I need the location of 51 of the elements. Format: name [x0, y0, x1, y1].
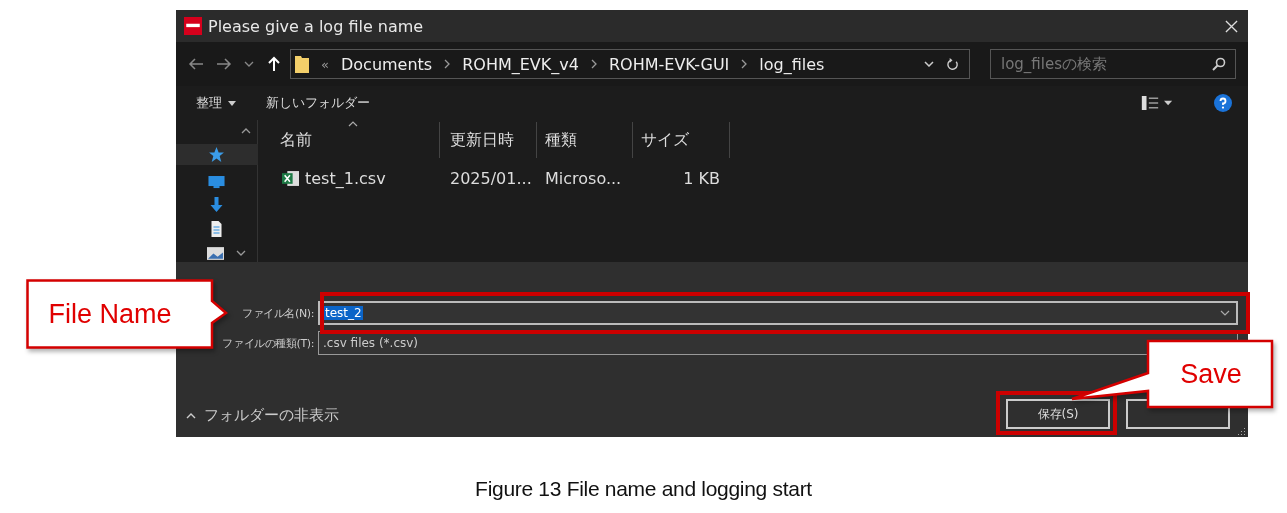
forward-arrow-icon[interactable]: [216, 56, 232, 72]
document-icon[interactable]: [208, 220, 225, 237]
chevron-down-icon[interactable]: [244, 61, 254, 67]
up-arrow-icon[interactable]: [266, 56, 282, 72]
address-bar[interactable]: « Documents ROHM_EVK_v4 ROHM-EVK-GUI log_files: [290, 49, 970, 79]
organize-button[interactable]: 整理: [196, 94, 236, 112]
column-header[interactable]: 種類: [537, 122, 633, 158]
table-cell-text: 2025/01...: [449, 168, 533, 188]
chevron-down-icon[interactable]: [924, 61, 934, 67]
breadcrumb[interactable]: log_files: [759, 54, 825, 74]
field-label: ファイルの種類(T):: [221, 335, 315, 351]
column-header[interactable]: 更新日時: [440, 122, 537, 158]
scroll-up-icon[interactable]: [241, 128, 251, 134]
star-icon[interactable]: [208, 145, 225, 163]
save-button[interactable]: 保存(S): [1006, 399, 1110, 429]
help-icon[interactable]: [1214, 94, 1232, 112]
folder-icon: [295, 55, 309, 73]
back-arrow-icon[interactable]: [188, 56, 204, 72]
field-label: ファイル名(N):: [241, 305, 315, 321]
breadcrumb[interactable]: ROHM_EVK_v4: [462, 54, 579, 74]
table-cell-text: 1 KB: [682, 168, 721, 188]
search-field[interactable]: log_filesの検索: [990, 49, 1236, 79]
scroll-down-icon[interactable]: [236, 250, 246, 257]
refresh-icon[interactable]: [946, 57, 959, 71]
hide-folders-button[interactable]: フォルダーの非表示: [186, 406, 339, 429]
download-icon[interactable]: [208, 196, 225, 213]
search-icon: [1212, 57, 1226, 71]
view-options-icon[interactable]: [1140, 96, 1174, 110]
chevron-right-icon[interactable]: [590, 59, 597, 69]
table-cell-text: Microso...: [544, 168, 623, 188]
column-header[interactable]: サイズ: [633, 122, 730, 158]
spreadsheet-icon: [282, 169, 299, 187]
chevron-right-icon[interactable]: [444, 59, 451, 69]
sort-caret-icon: [348, 121, 358, 127]
image-icon[interactable]: [207, 245, 224, 262]
chevron-down-icon: [1220, 310, 1230, 316]
overflow-chevrons[interactable]: «: [321, 56, 329, 72]
close-icon[interactable]: [1225, 19, 1238, 33]
breadcrumb[interactable]: Documents: [340, 54, 433, 74]
app-logo-icon: [184, 17, 202, 35]
file-name[interactable]: test_1.csv: [305, 168, 386, 188]
chevron-right-icon[interactable]: [741, 59, 748, 69]
column-header[interactable]: 名前: [258, 122, 440, 158]
window-title: Please give a log file name: [208, 16, 424, 36]
resize-grip-icon[interactable]: [1238, 427, 1246, 435]
figure-caption: Figure 13 File name and logging start: [474, 477, 813, 501]
breadcrumb[interactable]: ROHM-EVK-GUI: [608, 54, 730, 74]
file-name-field[interactable]: test_2: [318, 301, 1238, 325]
new-folder-button[interactable]: 新しいフォルダー: [266, 94, 370, 112]
caret-icon: [228, 100, 236, 106]
caret-icon: [186, 412, 196, 419]
